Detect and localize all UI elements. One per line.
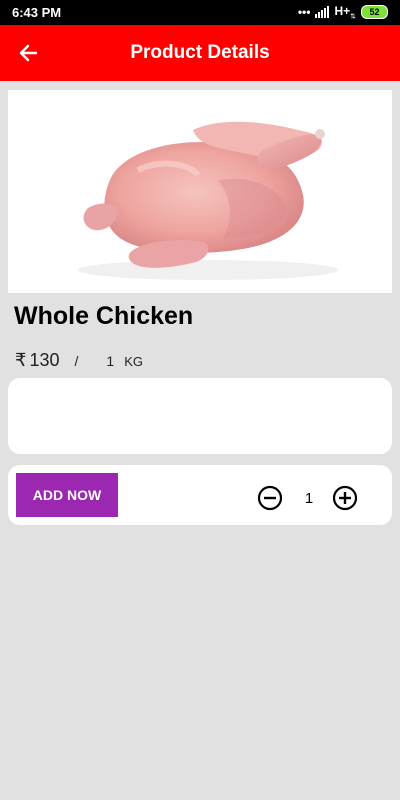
- decrease-quantity-button[interactable]: [257, 485, 283, 511]
- page-title: Product Details: [130, 42, 270, 63]
- status-bar: 6:43 PM ••• H+⇅ 52: [0, 0, 400, 25]
- price-row: ₹ 130 / 1 KG: [15, 350, 143, 374]
- unit-quantity: 1: [106, 353, 115, 369]
- product-image: [8, 90, 392, 293]
- product-name: Whole Chicken: [14, 302, 194, 330]
- price-value: 130: [29, 350, 60, 370]
- more-notifications-icon: •••: [297, 5, 311, 20]
- app-bar: Product Details: [0, 25, 400, 81]
- add-now-button[interactable]: ADD NOW: [16, 473, 118, 517]
- whole-chicken-photo: [78, 121, 338, 280]
- increase-quantity-button[interactable]: [332, 485, 358, 511]
- description-card: [8, 378, 392, 454]
- action-card: ADD NOW 1: [8, 465, 392, 525]
- status-icons: ••• H+⇅ 52: [298, 4, 388, 20]
- status-time: 6:43 PM: [12, 5, 62, 20]
- price-currency: ₹: [15, 350, 27, 370]
- signal-icon: [315, 6, 330, 19]
- battery-icon: 52: [361, 5, 388, 20]
- network-type: H+⇅: [334, 4, 356, 21]
- plus-circle-icon: [332, 485, 358, 511]
- unit-label: KG: [124, 354, 143, 369]
- minus-circle-icon: [257, 485, 283, 511]
- quantity-value: 1: [304, 490, 314, 507]
- price-separator: /: [74, 353, 79, 369]
